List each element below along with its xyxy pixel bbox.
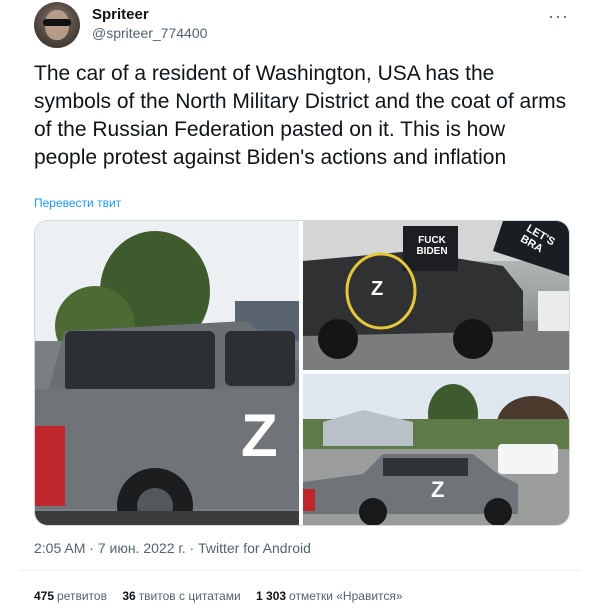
meta-separator: · bbox=[189, 540, 199, 556]
tweet-stats: 475 ретвитов 36 твитов с цитатами 1 303 отм… bbox=[34, 589, 415, 603]
photo-truck-side-image bbox=[35, 221, 299, 525]
z-symbol: Z bbox=[431, 477, 445, 502]
translate-link[interactable]: Перевести твит bbox=[34, 196, 121, 210]
media-grid: Z FUCK BIDEN LET'S BRA Z Z bbox=[34, 220, 570, 526]
author-name[interactable]: Spriteer bbox=[92, 6, 149, 23]
more-horizontal-icon[interactable]: ··· bbox=[548, 6, 569, 27]
quotes-stat[interactable]: 36 твитов с цитатами bbox=[122, 589, 240, 603]
author-handle[interactable]: @spriteer_774400 bbox=[92, 25, 207, 41]
likes-count: 1 303 bbox=[256, 589, 287, 603]
photo-truck-street[interactable]: Z bbox=[303, 374, 569, 525]
photo-truck-circled[interactable]: FUCK BIDEN LET'S BRA Z bbox=[303, 221, 569, 370]
divider bbox=[20, 570, 580, 571]
z-symbol: Z bbox=[371, 278, 384, 300]
tweet-time[interactable]: 2:05 AM bbox=[34, 540, 85, 556]
tweet-source[interactable]: Twitter for Android bbox=[198, 540, 311, 556]
quotes-label: твитов с цитатами bbox=[138, 589, 241, 603]
avatar[interactable] bbox=[34, 2, 80, 48]
likes-label: отметки «Нравится» bbox=[289, 589, 403, 603]
sign-text: FUCK BIDEN bbox=[416, 235, 448, 257]
retweets-count: 475 bbox=[34, 589, 55, 603]
retweets-label: ретвитов bbox=[57, 589, 107, 603]
photo-truck-side[interactable]: Z bbox=[35, 221, 299, 525]
tweet-date[interactable]: 7 июн. 2022 г. bbox=[98, 540, 186, 556]
avatar-sunglasses bbox=[43, 19, 71, 26]
meta-separator: · bbox=[89, 540, 98, 556]
likes-stat[interactable]: 1 303 отметки «Нравится» bbox=[256, 589, 403, 603]
tweet-meta: 2:05 AM · 7 июн. 2022 г. · Twitter for A… bbox=[34, 540, 311, 556]
tweet-text: The car of a resident of Washington, USA… bbox=[34, 62, 567, 169]
retweets-stat[interactable]: 475 ретвитов bbox=[34, 589, 107, 603]
quotes-count: 36 bbox=[122, 589, 136, 603]
z-symbol: Z bbox=[241, 402, 278, 469]
